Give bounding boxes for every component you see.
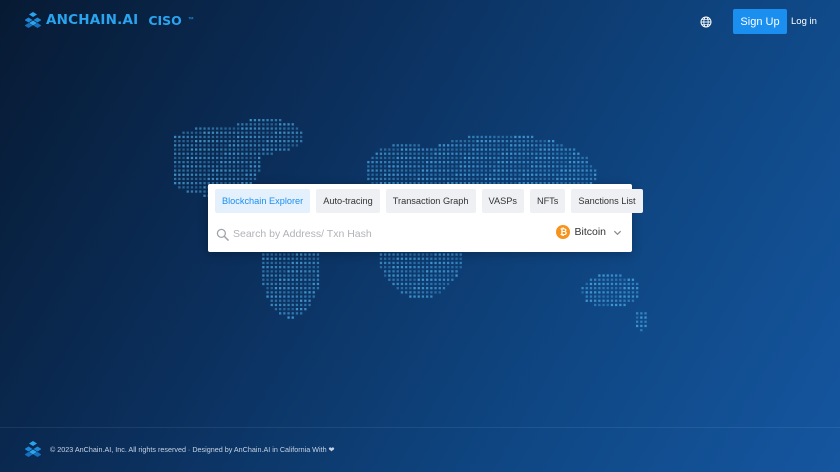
search-row: ₿ Bitcoin — [216, 224, 622, 244]
coin-selector[interactable]: ₿ Bitcoin — [556, 225, 622, 239]
tab-sanctions-list[interactable]: Sanctions List — [571, 189, 643, 213]
search-icon — [216, 228, 229, 241]
search-panel: Blockchain Explorer Auto-tracing Transac… — [208, 184, 643, 252]
search-input[interactable] — [233, 228, 533, 240]
anchain-logo-icon — [25, 12, 41, 28]
search-tabs: Blockchain Explorer Auto-tracing Transac… — [215, 189, 643, 213]
chevron-down-icon — [613, 230, 622, 235]
globe-icon[interactable] — [700, 16, 712, 28]
bitcoin-icon: ₿ — [556, 225, 571, 239]
tab-blockchain-explorer[interactable]: Blockchain Explorer — [215, 189, 311, 213]
tab-vasps[interactable]: VASPs — [481, 189, 524, 213]
log-in-link[interactable]: Log in — [791, 16, 817, 27]
footer-logo-icon — [25, 441, 41, 457]
logo-trademark: ™ — [187, 17, 194, 23]
footer-copyright: © 2023 AnChain.AI, Inc. All rights reser… — [50, 444, 335, 454]
sign-up-button[interactable]: Sign Up — [733, 9, 787, 34]
logo-wordmark: ANCHAIN.AI — [46, 12, 139, 28]
footer-divider — [0, 427, 840, 428]
tab-nfts[interactable]: NFTs — [529, 189, 566, 213]
anchain-logo[interactable]: ANCHAIN.AI CISO ™ — [25, 12, 194, 28]
tab-transaction-graph[interactable]: Transaction Graph — [385, 189, 476, 213]
tab-auto-tracing[interactable]: Auto-tracing — [316, 189, 380, 213]
top-navigation: ANCHAIN.AI CISO ™ Sign Up Log in — [0, 0, 840, 44]
footer: © 2023 AnChain.AI, Inc. All rights reser… — [25, 441, 335, 457]
coin-selector-label: Bitcoin — [574, 226, 606, 238]
logo-ciso: CISO — [148, 12, 182, 28]
